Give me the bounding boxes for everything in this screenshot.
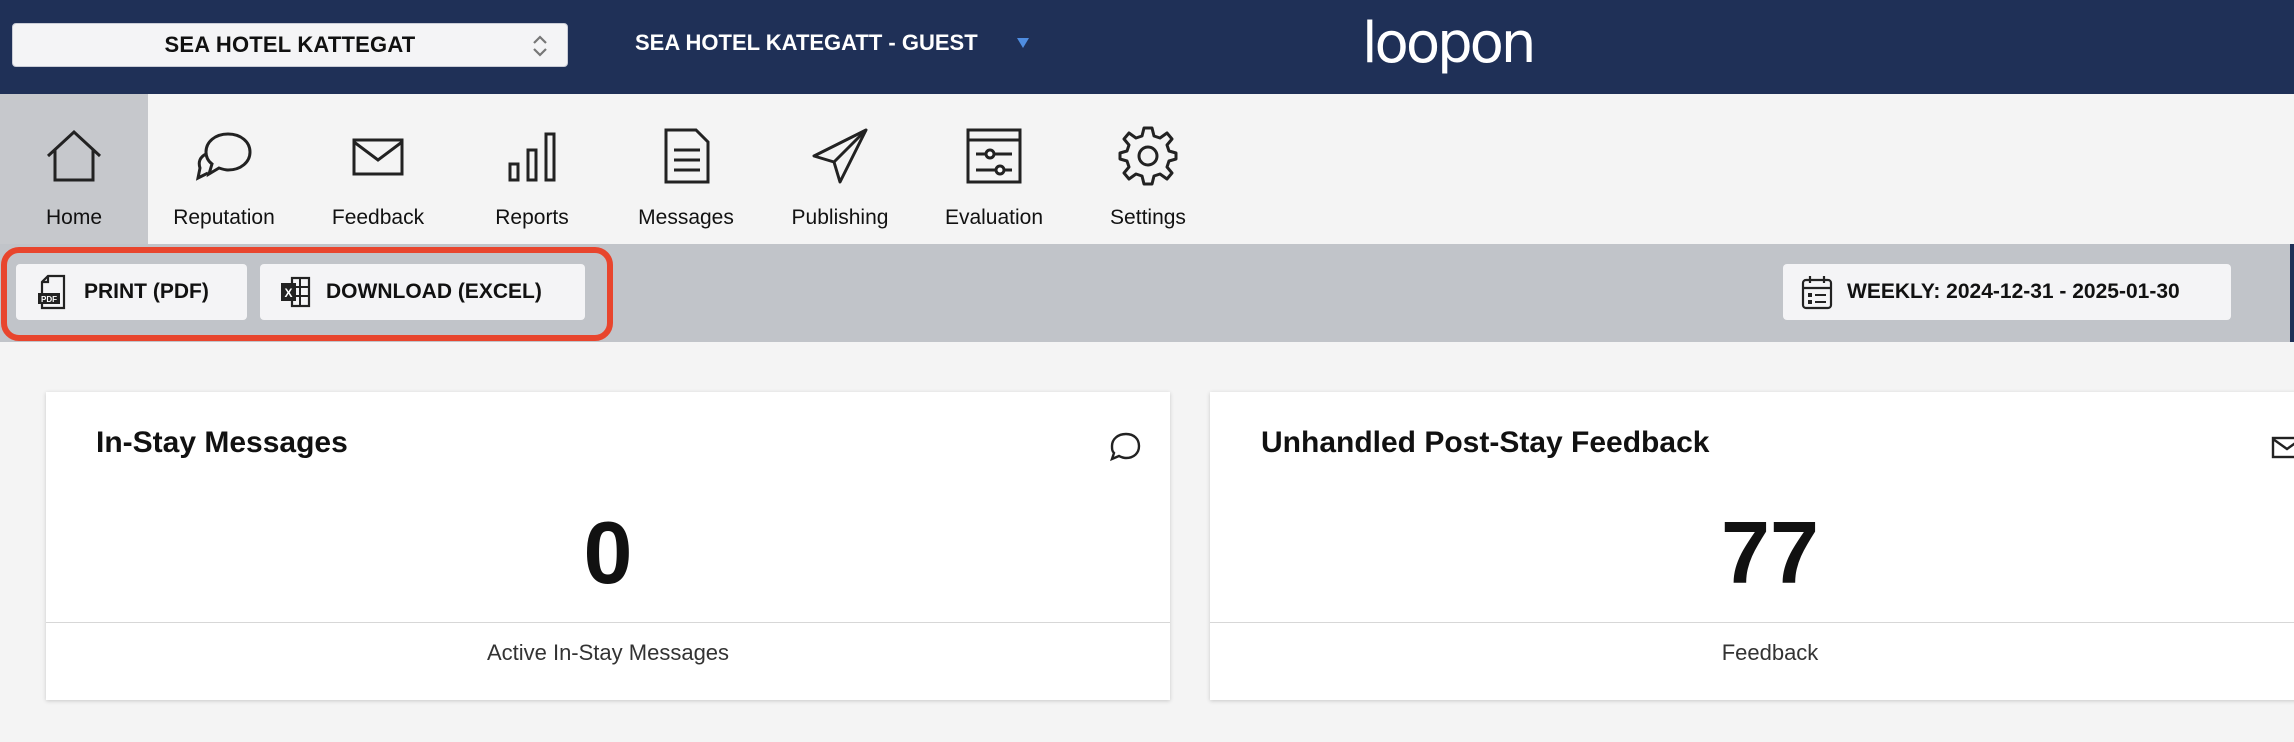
nav-label-messages: Messages: [638, 206, 734, 229]
nav-item-publishing[interactable]: Publishing: [766, 94, 914, 244]
nav-item-feedback[interactable]: Feedback: [304, 94, 452, 244]
nav-item-settings[interactable]: Settings: [1074, 94, 1222, 244]
hotel-select-value: SEA HOTEL KATTEGAT: [164, 32, 416, 57]
caret-down-icon[interactable]: [1017, 38, 1029, 48]
nav-label-feedback: Feedback: [331, 206, 425, 229]
card-divider: [1210, 622, 2294, 623]
toolbar-edge-divider: [2290, 244, 2294, 342]
nav-label-evaluation: Evaluation: [944, 206, 1044, 229]
document-icon: [664, 128, 710, 184]
guest-account-label[interactable]: SEA HOTEL KATEGATT - GUEST: [635, 30, 978, 56]
card-value: 0: [583, 503, 633, 602]
home-icon: [46, 129, 102, 182]
card-value: 77: [1721, 503, 1819, 602]
in-stay-messages-card[interactable]: In-Stay Messages 0 Active In-Stay Messag…: [46, 392, 1170, 700]
nav-label-settings: Settings: [1110, 206, 1186, 229]
date-range-button[interactable]: WEEKLY: 2024-12-31 - 2025-01-30: [1783, 264, 2231, 320]
paper-plane-icon: [812, 128, 868, 184]
nav-item-home[interactable]: Home: [0, 94, 148, 244]
logo: loopon: [1362, 11, 1536, 76]
nav-label-reputation: Reputation: [173, 206, 275, 229]
calendar-icon: [1801, 276, 1833, 310]
nav-item-reputation[interactable]: Reputation: [150, 94, 298, 244]
unhandled-feedback-card[interactable]: Unhandled Post-Stay Feedback 77 Feedback: [1210, 392, 2294, 700]
hotel-select[interactable]: SEA HOTEL KATTEGAT: [12, 23, 568, 67]
nav-item-evaluation[interactable]: Evaluation: [920, 94, 1068, 244]
nav-item-messages[interactable]: Messages: [612, 94, 760, 244]
updown-arrows-icon: [533, 35, 547, 57]
card-title: In-Stay Messages: [96, 426, 348, 459]
speech-bubble-icon: [1110, 432, 1141, 462]
date-range-label: WEEKLY: 2024-12-31 - 2025-01-30: [1847, 280, 2180, 303]
gear-icon: [1118, 126, 1178, 186]
nav-label-publishing: Publishing: [791, 206, 889, 229]
card-title: Unhandled Post-Stay Feedback: [1261, 426, 1710, 459]
sliders-icon: [966, 128, 1022, 184]
highlight-annotation: [1, 247, 613, 341]
envelope-icon: [352, 138, 404, 176]
bar-chart-icon: [508, 132, 556, 182]
card-divider: [46, 622, 1170, 623]
nav-label-reports: Reports: [495, 206, 569, 229]
card-footer[interactable]: Feedback: [1210, 640, 2294, 666]
speech-bubbles-icon: [195, 132, 252, 181]
main-nav: Home Reputation Feedback Reports Message…: [0, 94, 2294, 244]
envelope-icon: [2271, 436, 2294, 459]
nav-label-home: Home: [45, 206, 103, 229]
top-bar: SEA HOTEL KATTEGAT SEA HOTEL KATEGATT - …: [0, 0, 2294, 94]
nav-item-reports[interactable]: Reports: [458, 94, 606, 244]
card-footer[interactable]: Active In-Stay Messages: [46, 640, 1170, 666]
